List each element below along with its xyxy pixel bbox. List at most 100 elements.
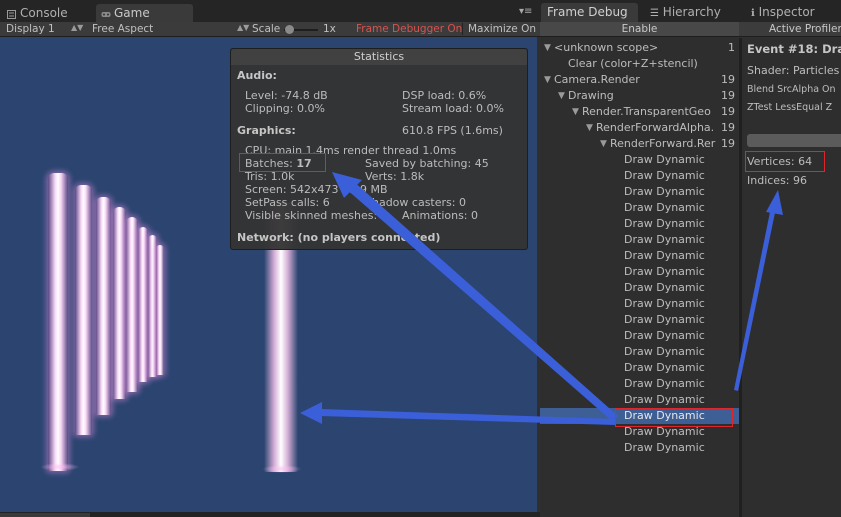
tree-row[interactable]: Draw Dynamic (540, 360, 739, 376)
particle-beam (138, 227, 148, 382)
scale-slider-handle[interactable] (285, 25, 294, 34)
expand-arrow-icon[interactable]: ▼ (544, 72, 551, 88)
particle-beam (156, 245, 164, 375)
tree-row[interactable]: Draw Dynamic (540, 264, 739, 280)
frame-debug-window: Frame Debug ☰ Hierarchy ℹ Inspector Enab… (540, 0, 841, 517)
statistics-title: Statistics (231, 49, 527, 65)
expand-arrow-icon[interactable]: ▼ (586, 120, 593, 136)
ztest-state: ZTest LessEqual Z (747, 102, 833, 113)
game-toolbar: Display 1 ▲▼ Free Aspect ▲▼ Scale 1x Fra… (0, 22, 540, 37)
visible-skinned-meshes: Visible skinned meshes: 0 (245, 209, 388, 222)
stream-load: Stream load: 0.0% (402, 102, 504, 115)
audio-level: Level: -74.8 dB (245, 89, 328, 102)
audio-clipping: Clipping: 0.0% (245, 102, 325, 115)
tree-row[interactable]: Draw Dynamic (540, 296, 739, 312)
frame-debugger-on-label[interactable]: Frame Debugger On (356, 23, 462, 35)
tree-row[interactable]: Draw Dynamic (540, 392, 739, 408)
tree-row[interactable]: ▼ RenderForwardAlpha. 19 (540, 120, 739, 136)
tree-row[interactable]: ▼ RenderForward.Rer 19 (540, 136, 739, 152)
tree-row[interactable]: Draw Dynamic (540, 248, 739, 264)
indices-count: Indices: 96 (747, 174, 808, 187)
bottom-tab[interactable] (0, 513, 90, 517)
verts-count: Verts: 1.8k (365, 170, 425, 183)
tree-row-label: Drawing (568, 89, 614, 102)
shadow-casters: Shadow casters: 0 (365, 196, 466, 209)
right-tab-bar: Frame Debug ☰ Hierarchy ℹ Inspector (540, 0, 841, 22)
shader-name: Shader: Particles (747, 64, 840, 77)
display-select[interactable]: Display 1 (6, 23, 55, 35)
tab-menu-icon[interactable]: ▾≡ (519, 6, 532, 17)
event-details: Event #18: Dra Shader: Particles Blend S… (742, 38, 841, 517)
game-window: Console Game ▾≡ Display 1 ▲▼ Free Aspect… (0, 0, 540, 517)
tab-game-label: Game (114, 6, 150, 20)
detail-scrollbar[interactable] (747, 134, 841, 147)
tree-row[interactable]: Draw Dynamic (540, 328, 739, 344)
tree-row-label: Draw Dynamic (624, 169, 705, 182)
tree-row-label: Draw Dynamic (624, 249, 705, 262)
particle-beam (75, 185, 92, 435)
tree-row[interactable]: ▼ Render.TransparentGeo 19 (540, 104, 739, 120)
tree-row-count: 19 (721, 89, 735, 102)
expand-arrow-icon[interactable]: ▼ (558, 88, 565, 104)
expand-arrow-icon[interactable]: ▼ (544, 40, 551, 56)
display-dropdown-icon: ▲▼ (71, 23, 84, 32)
tree-row-label: Draw Dynamic (624, 393, 705, 406)
saved-by-batching: Saved by batching: 45 (365, 157, 489, 170)
tab-frame-debug-label: Frame Debug (547, 5, 628, 19)
tree-row[interactable]: ▼ Camera.Render 19 (540, 72, 739, 88)
tree-row-label: Draw Dynamic (624, 233, 705, 246)
vertices-highlight-box (745, 151, 825, 172)
tree-row-label: Render.TransparentGeo (582, 105, 711, 118)
selected-draw-highlight-box (615, 408, 733, 427)
tab-game[interactable]: Game (96, 4, 193, 22)
tree-row[interactable]: Clear (color+Z+stencil) (540, 56, 739, 72)
tree-row[interactable]: Draw Dynamic (540, 200, 739, 216)
expand-arrow-icon[interactable]: ▼ (572, 104, 579, 120)
tab-inspector[interactable]: ℹ Inspector (745, 3, 821, 22)
scale-label: Scale (252, 23, 281, 35)
dsp-load: DSP load: 0.6% (402, 89, 487, 102)
tree-row[interactable]: Draw Dynamic (540, 216, 739, 232)
tree-row[interactable]: Draw Dynamic (540, 344, 739, 360)
tree-row-label: Camera.Render (554, 73, 640, 86)
tab-hierarchy[interactable]: ☰ Hierarchy (644, 3, 727, 22)
game-controller-icon (101, 8, 111, 17)
tree-row-label: Clear (color+Z+stencil) (568, 57, 698, 70)
aspect-dropdown-icon: ▲▼ (237, 23, 250, 32)
tree-row[interactable]: ▼ Drawing 19 (540, 88, 739, 104)
tree-row[interactable]: Draw Dynamic (540, 184, 739, 200)
tree-row[interactable]: Draw Dynamic (540, 232, 739, 248)
particle-beam (96, 197, 111, 415)
tree-row[interactable]: Draw Dynamic (540, 376, 739, 392)
tree-row-count: 1 (728, 41, 735, 54)
enable-button[interactable]: Enable (540, 22, 739, 37)
tree-row-label: Draw Dynamic (624, 297, 705, 310)
tree-row-label: Draw Dynamic (624, 441, 705, 454)
aspect-select[interactable]: Free Aspect (92, 23, 153, 35)
blend-state: Blend SrcAlpha On (747, 84, 836, 95)
tab-console[interactable]: Console (2, 4, 76, 22)
tree-row[interactable]: Draw Dynamic (540, 312, 739, 328)
tree-row-label: Draw Dynamic (624, 265, 705, 278)
fps-value: 610.8 FPS (1.6ms) (402, 124, 503, 137)
particle-beam (126, 217, 138, 392)
tree-row[interactable]: Draw Dynamic (540, 280, 739, 296)
tree-row[interactable]: Draw Dynamic (540, 152, 739, 168)
scale-value: 1x (323, 23, 336, 35)
maximize-on-play-toggle[interactable]: Maximize On (462, 23, 536, 35)
tree-row-label: Draw Dynamic (624, 217, 705, 230)
active-profiler-button[interactable]: Active Profiler (739, 22, 841, 37)
expand-arrow-icon[interactable]: ▼ (600, 136, 607, 152)
tree-row-label: Draw Dynamic (624, 153, 705, 166)
tree-row[interactable]: Draw Dynamic (540, 168, 739, 184)
tab-frame-debug[interactable]: Frame Debug (541, 3, 638, 22)
tree-row[interactable]: Draw Dynamic (540, 440, 739, 456)
particle-beam (48, 173, 68, 471)
console-icon (7, 8, 16, 19)
tree-row-label: Draw Dynamic (624, 281, 705, 294)
beam-glow (262, 465, 302, 473)
unity-editor: Console Game ▾≡ Display 1 ▲▼ Free Aspect… (0, 0, 841, 517)
info-icon: ℹ (751, 8, 755, 19)
tree-row[interactable]: ▼ <unknown scope> 1 (540, 40, 739, 56)
hierarchy-icon: ☰ (650, 8, 659, 19)
